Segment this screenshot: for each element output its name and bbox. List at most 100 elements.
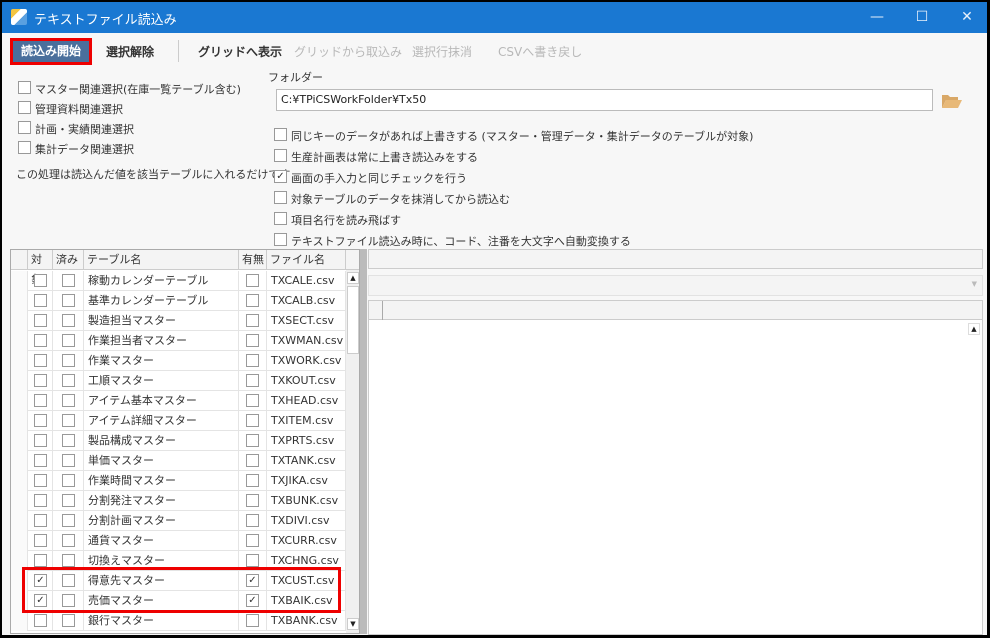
table-row[interactable]: アイテム基本マスター TXHEAD.csv xyxy=(11,391,346,411)
done-checkbox[interactable] xyxy=(62,474,75,487)
maximize-button[interactable]: ☐ xyxy=(907,7,937,27)
table-name-cell[interactable]: 基準カレンダーテーブル xyxy=(84,291,239,311)
table-row[interactable]: 製造担当マスター TXSECT.csv xyxy=(11,311,346,331)
option-label[interactable]: 同じキーのデータがあれば上書きする (マスター・管理データ・集計データのテーブル… xyxy=(291,128,753,144)
file-name-cell[interactable]: TXCURR.csv xyxy=(267,531,346,551)
header-table-name[interactable]: テーブル名 xyxy=(84,250,239,270)
done-checkbox[interactable] xyxy=(62,434,75,447)
done-checkbox[interactable] xyxy=(62,554,75,567)
exists-checkbox[interactable] xyxy=(246,454,259,467)
option-checkbox[interactable] xyxy=(274,212,287,225)
done-cell[interactable] xyxy=(53,431,84,451)
exists-checkbox[interactable] xyxy=(246,334,259,347)
exists-checkbox[interactable] xyxy=(246,354,259,367)
row-header[interactable] xyxy=(11,491,28,511)
exists-checkbox[interactable] xyxy=(246,554,259,567)
option-label[interactable]: 項目名行を読み飛ばす xyxy=(291,212,401,228)
target-cell[interactable] xyxy=(28,271,53,291)
row-header[interactable] xyxy=(11,411,28,431)
file-name-cell[interactable]: TXWORK.csv xyxy=(267,351,346,371)
option-label[interactable]: 画面の手入力と同じチェックを行う xyxy=(291,170,467,186)
exists-checkbox[interactable] xyxy=(246,314,259,327)
file-name-cell[interactable]: TXWMAN.csv xyxy=(267,331,346,351)
exists-cell[interactable] xyxy=(239,431,267,451)
header-done[interactable]: 済み xyxy=(53,250,84,270)
left-option-checkbox[interactable] xyxy=(18,101,31,114)
target-checkbox[interactable] xyxy=(34,374,47,387)
row-header[interactable] xyxy=(11,331,28,351)
exists-cell[interactable] xyxy=(239,371,267,391)
target-checkbox[interactable] xyxy=(34,474,47,487)
target-checkbox[interactable] xyxy=(34,354,47,367)
import-from-grid-button[interactable]: グリッドから取込み xyxy=(294,41,402,63)
target-checkbox[interactable] xyxy=(34,294,47,307)
target-checkbox[interactable] xyxy=(34,314,47,327)
table-row[interactable]: 製品構成マスター TXPRTS.csv xyxy=(11,431,346,451)
table-name-cell[interactable]: 銀行マスター xyxy=(84,611,239,631)
file-name-cell[interactable]: TXBUNK.csv xyxy=(267,491,346,511)
option-label[interactable]: 対象テーブルのデータを抹消してから読込む xyxy=(291,191,510,207)
table-row[interactable]: 銀行マスター TXBANK.csv xyxy=(11,611,346,631)
table-name-cell[interactable]: 作業時間マスター xyxy=(84,471,239,491)
deselect-button[interactable]: 選択解除 xyxy=(106,41,154,63)
row-header[interactable] xyxy=(11,271,28,291)
table-name-cell[interactable]: 単価マスター xyxy=(84,451,239,471)
exists-checkbox[interactable] xyxy=(246,294,259,307)
done-checkbox[interactable] xyxy=(62,394,75,407)
option-checkbox[interactable]: ✓ xyxy=(274,170,287,183)
done-cell[interactable] xyxy=(53,611,84,631)
option-label[interactable]: テキストファイル読込み時に、コード、注番を大文字へ自動変換する xyxy=(291,233,631,249)
data-scroll-up-icon[interactable]: ▲ xyxy=(968,323,980,335)
option-checkbox[interactable] xyxy=(274,128,287,141)
table-name-cell[interactable]: 分割計画マスター xyxy=(84,511,239,531)
target-cell[interactable] xyxy=(28,511,53,531)
exists-checkbox[interactable] xyxy=(246,414,259,427)
folder-path-input[interactable]: C:¥TPiCSWorkFolder¥Tx50 xyxy=(276,89,933,111)
target-cell[interactable] xyxy=(28,331,53,351)
exists-cell[interactable] xyxy=(239,511,267,531)
done-checkbox[interactable] xyxy=(62,414,75,427)
done-checkbox[interactable] xyxy=(62,374,75,387)
table-name-cell[interactable]: 工順マスター xyxy=(84,371,239,391)
exists-cell[interactable] xyxy=(239,311,267,331)
write-back-csv-button[interactable]: CSVへ書き戻し xyxy=(498,41,582,63)
target-cell[interactable] xyxy=(28,391,53,411)
header-file-name[interactable]: ファイル名 xyxy=(267,250,346,270)
exists-cell[interactable] xyxy=(239,331,267,351)
left-option-label[interactable]: 集計データ関連選択 xyxy=(35,141,134,157)
folder-open-icon[interactable] xyxy=(942,94,962,108)
table-selector-combo[interactable]: ▼ xyxy=(368,275,983,296)
done-cell[interactable] xyxy=(53,271,84,291)
scroll-up-icon[interactable]: ▲ xyxy=(347,272,359,284)
row-header[interactable] xyxy=(11,311,28,331)
done-checkbox[interactable] xyxy=(62,454,75,467)
done-checkbox[interactable] xyxy=(62,514,75,527)
table-row[interactable]: 稼動カレンダーテーブル TXCALE.csv xyxy=(11,271,346,291)
done-checkbox[interactable] xyxy=(62,614,75,627)
exists-checkbox[interactable] xyxy=(246,394,259,407)
exists-cell[interactable] xyxy=(239,291,267,311)
file-name-cell[interactable]: TXBANK.csv xyxy=(267,611,346,631)
target-cell[interactable] xyxy=(28,351,53,371)
exists-cell[interactable] xyxy=(239,391,267,411)
target-cell[interactable] xyxy=(28,431,53,451)
table-row[interactable]: 分割発注マスター TXBUNK.csv xyxy=(11,491,346,511)
done-checkbox[interactable] xyxy=(62,494,75,507)
target-cell[interactable] xyxy=(28,371,53,391)
option-checkbox[interactable] xyxy=(274,233,287,246)
table-name-cell[interactable]: 作業担当者マスター xyxy=(84,331,239,351)
left-option-checkbox[interactable] xyxy=(18,121,31,134)
done-checkbox[interactable] xyxy=(62,274,75,287)
row-header[interactable] xyxy=(11,291,28,311)
exists-checkbox[interactable] xyxy=(246,614,259,627)
left-option-label[interactable]: 管理資料関連選択 xyxy=(35,101,123,117)
table-row[interactable]: 基準カレンダーテーブル TXCALB.csv xyxy=(11,291,346,311)
target-checkbox[interactable] xyxy=(34,514,47,527)
exists-cell[interactable] xyxy=(239,411,267,431)
table-name-cell[interactable]: アイテム基本マスター xyxy=(84,391,239,411)
exists-cell[interactable] xyxy=(239,471,267,491)
file-name-cell[interactable]: TXTANK.csv xyxy=(267,451,346,471)
table-row[interactable]: 作業時間マスター TXJIKA.csv xyxy=(11,471,346,491)
exists-checkbox[interactable] xyxy=(246,274,259,287)
target-checkbox[interactable] xyxy=(34,614,47,627)
